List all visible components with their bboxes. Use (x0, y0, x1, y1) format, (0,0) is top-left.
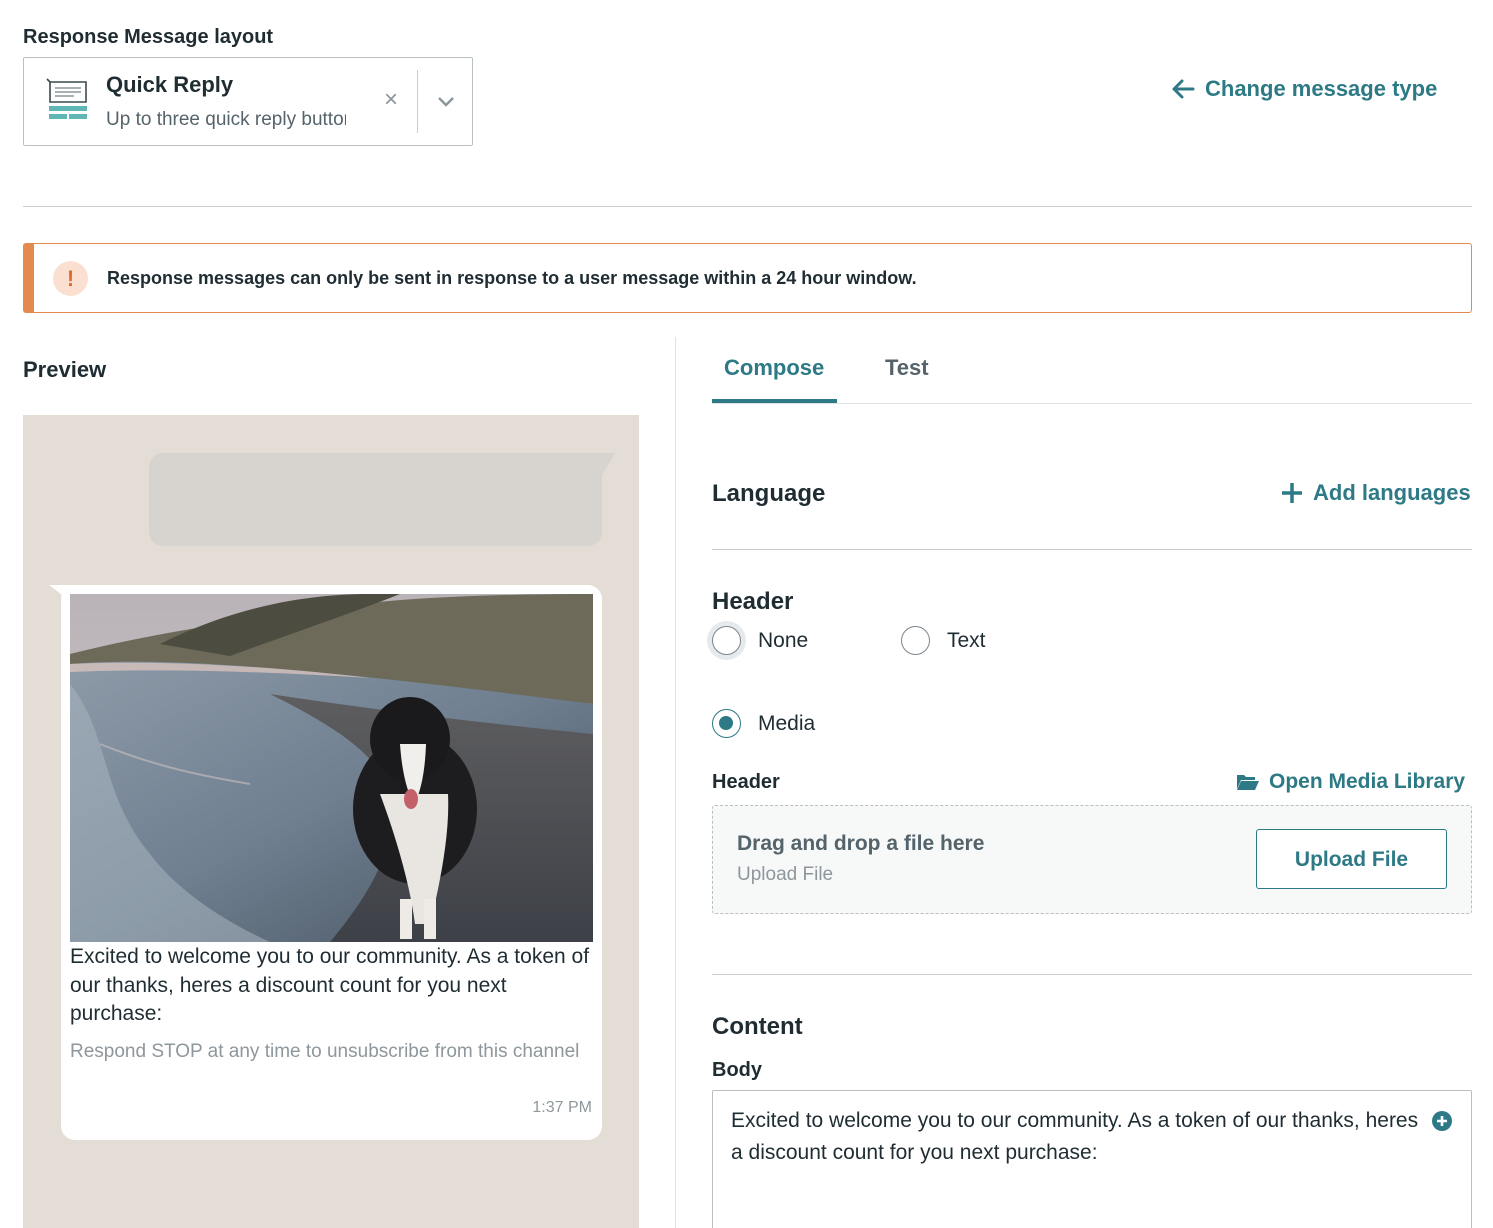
radio-label: Text (947, 628, 986, 652)
media-header-label: Header (712, 771, 780, 793)
column-divider (675, 337, 676, 1228)
add-variable-icon[interactable] (1431, 1110, 1453, 1132)
preview-title: Preview (23, 357, 107, 382)
add-languages-label: Add languages (1313, 480, 1471, 505)
radio-label: None (758, 628, 809, 652)
dropzone-subtitle: Upload File (737, 864, 834, 885)
select-divider (417, 70, 418, 133)
body-textarea[interactable]: Excited to welcome you to our community.… (712, 1090, 1472, 1228)
compose-tabs: Compose Test (712, 337, 1472, 404)
radio-button[interactable] (712, 626, 741, 655)
layout-select[interactable]: Quick Reply Up to three quick reply butt… (23, 57, 473, 146)
change-message-type-label: Change message type (1205, 76, 1438, 101)
preview-message-body: Excited to welcome you to our community.… (70, 945, 590, 1025)
add-languages-button[interactable]: Add languages (1281, 480, 1471, 506)
open-media-library-label: Open Media Library (1269, 770, 1466, 793)
arrow-left-icon (1172, 79, 1195, 99)
radio-button[interactable] (901, 626, 930, 655)
alert-text: Response messages can only be sent in re… (107, 268, 917, 288)
header-option-text[interactable]: Text (901, 626, 986, 655)
exclamation-icon: ! (53, 261, 88, 296)
quick-reply-layout-icon (46, 78, 87, 119)
folder-open-icon (1237, 775, 1259, 790)
content-title: Content (712, 1013, 803, 1040)
upload-file-button[interactable]: Upload File (1256, 829, 1447, 889)
body-label: Body (712, 1059, 762, 1081)
message-timestamp: 1:37 PM (532, 1099, 592, 1116)
preview-message-footer: Respond STOP at any time to unsubscribe … (70, 1041, 580, 1062)
divider (23, 206, 1472, 207)
radio-button[interactable] (712, 709, 741, 738)
layout-label: Response Message layout (23, 26, 274, 48)
chevron-down-icon[interactable] (432, 92, 460, 112)
language-title: Language (712, 480, 826, 507)
open-media-library-link[interactable]: Open Media Library (1236, 770, 1465, 794)
bubble-tail (589, 453, 615, 475)
header-option-none[interactable]: None (712, 626, 808, 655)
body-text[interactable]: Excited to welcome you to our community.… (731, 1105, 1421, 1169)
layout-selected-subtitle: Up to three quick reply buttons (106, 109, 346, 130)
file-dropzone[interactable]: Drag and drop a file here Upload File Up… (712, 805, 1472, 914)
tab-compose[interactable]: Compose (724, 355, 824, 381)
header-title: Header (712, 588, 794, 615)
layout-selected-title: Quick Reply (106, 72, 234, 97)
tab-test[interactable]: Test (885, 355, 929, 381)
active-tab-indicator (712, 399, 837, 403)
header-media-image (70, 594, 593, 942)
warning-alert: ! Response messages can only be sent in … (23, 243, 1472, 313)
chat-preview: Excited to welcome you to our community.… (23, 415, 639, 1228)
dropzone-title: Drag and drop a file here (737, 832, 985, 855)
radio-label: Media (758, 711, 816, 735)
change-message-type-link[interactable]: Change message type (1171, 76, 1437, 102)
plus-icon (1282, 483, 1302, 503)
clear-icon[interactable]: × (380, 88, 402, 112)
header-option-media[interactable]: Media (712, 709, 815, 738)
divider (712, 549, 1472, 550)
outgoing-message-bubble (149, 453, 602, 546)
divider (712, 974, 1472, 975)
incoming-message-bubble: Excited to welcome you to our community.… (61, 585, 602, 1140)
